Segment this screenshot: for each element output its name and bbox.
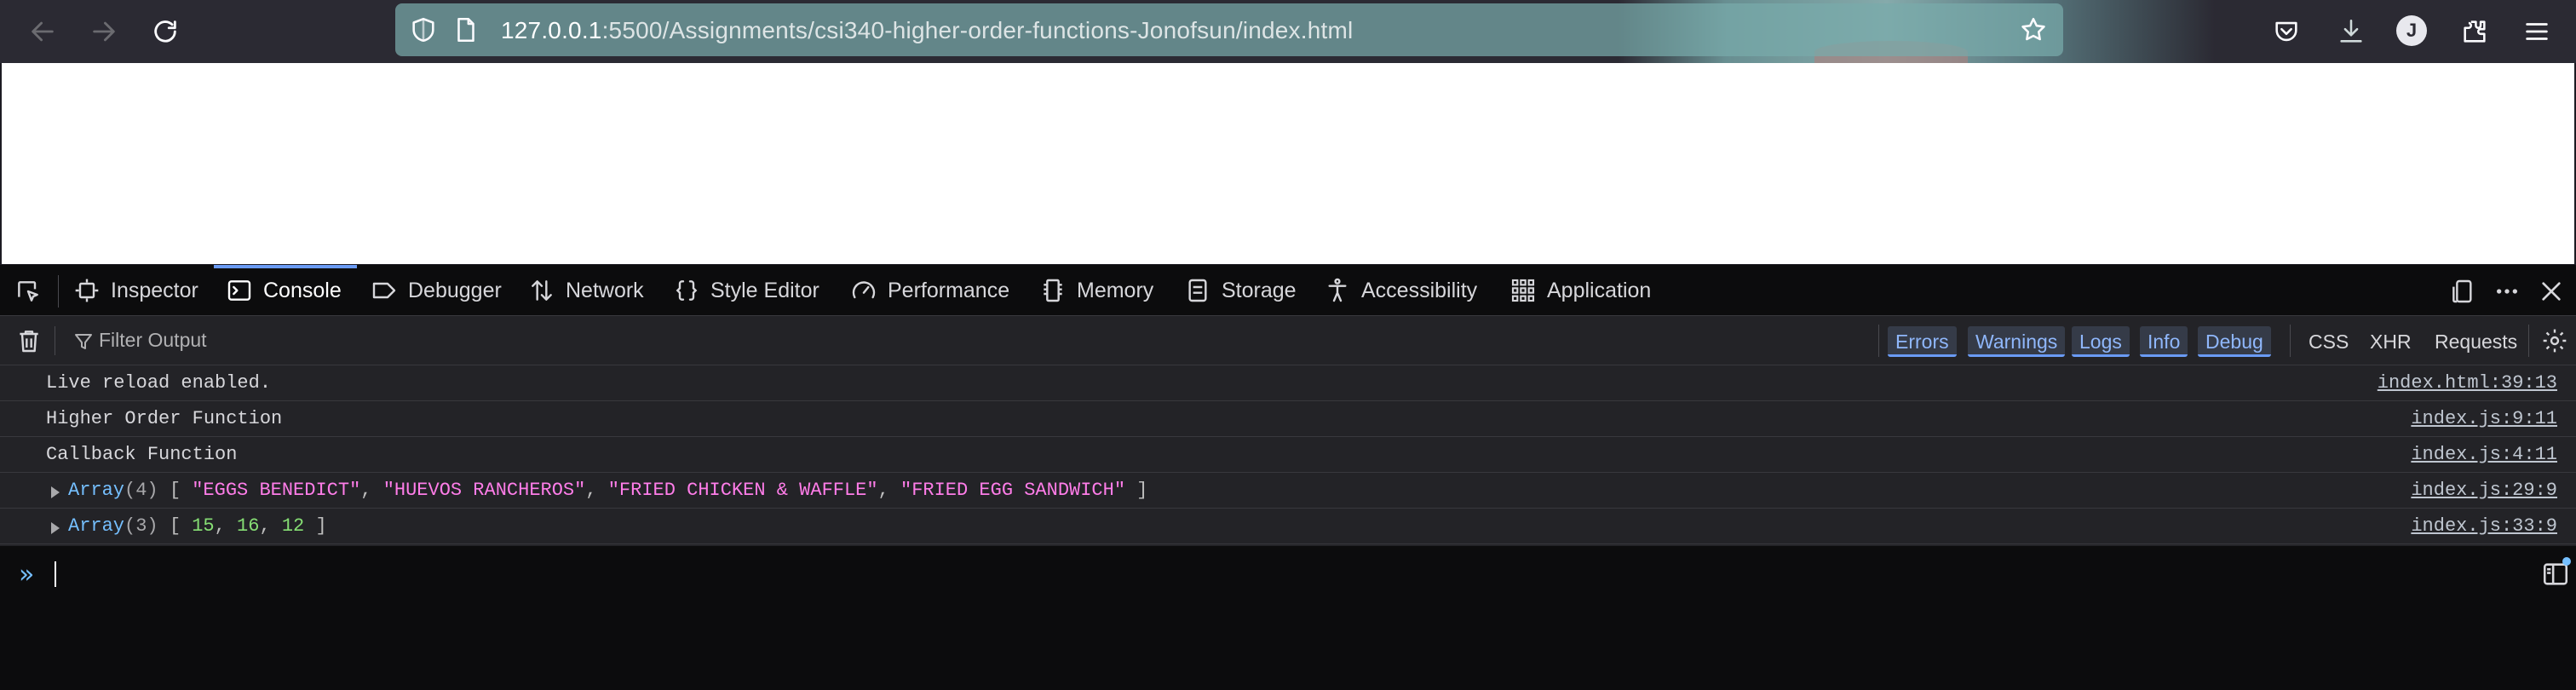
browser-toolbar: 127.0.0.1:5500/Assignments/csi340-higher… [0,0,2576,63]
console-message: Callback Function index.js:4:11 [0,437,2576,473]
filter-logs-button[interactable]: Logs [2072,326,2130,357]
tab-label: Accessibility [1361,278,1478,302]
array-item: 15 [192,515,215,537]
array-item: "EGGS BENEDICT" [192,480,361,501]
url-bar[interactable]: 127.0.0.1:5500/Assignments/csi340-higher… [395,3,2063,56]
array-preview[interactable]: Array(3) [ 15, 16, 12 ] [68,509,327,544]
back-arrow-icon[interactable] [22,11,63,52]
expand-arrow-icon[interactable] [51,486,60,498]
array-item: "FRIED CHICKEN & WAFFLE" [607,480,878,501]
console-message: Live reload enabled. index.html:39:13 [0,365,2576,401]
text-cursor [55,561,56,587]
storage-icon [1188,279,1207,302]
tab-label: Debugger [408,278,502,302]
message-text: Higher Order Function [46,408,283,429]
multiline-editor-toggle-icon[interactable] [2541,557,2571,589]
tab-label: Memory [1077,278,1154,302]
console-input[interactable]: » [0,546,2576,690]
filter-info-button[interactable]: Info [2140,326,2188,357]
account-avatar[interactable]: J [2396,15,2427,46]
tracking-protection-shield-icon[interactable] [409,15,438,44]
memory-chip-icon [1044,279,1062,302]
filter-debug-button[interactable]: Debug [2198,326,2271,357]
tab-console[interactable]: Console [226,265,342,316]
url-host: 127.0.0.1 [501,17,602,43]
separator [2528,325,2529,357]
tab-label: Storage [1222,278,1297,302]
separator [2290,325,2291,357]
array-item: 16 [237,515,260,537]
tab-performance[interactable]: Performance [850,265,1009,316]
tab-style-editor[interactable]: Style Editor [673,265,819,316]
tab-debugger[interactable]: Debugger [371,265,502,316]
gauge-icon [852,281,876,299]
filter-errors-button[interactable]: Errors [1888,326,1957,357]
array-preview[interactable]: Array(4) [ "EGGS BENEDICT", "HUEVOS RANC… [68,473,1147,509]
message-text: Live reload enabled. [46,372,272,394]
prompt-chevron-icon: » [19,560,35,589]
accessibility-person-icon [1328,278,1347,302]
tab-label: Style Editor [710,278,819,302]
page-content-viewport[interactable] [2,63,2574,264]
console-message: Array(3) [ 15, 16, 12 ] index.js:33:9 [0,509,2576,544]
debugger-icon [372,282,396,299]
console-filter-bar: Filter Output Errors Warnings Logs Info … [0,316,2576,365]
inspector-icon [75,279,99,302]
forward-arrow-icon[interactable] [83,11,124,52]
url-path: :5500/Assignments/csi340-higher-order-fu… [601,17,1354,43]
console-output: Live reload enabled. index.html:39:13 Hi… [0,365,2576,555]
devtools-tab-bar: Inspector Console Debugger Network Style… [0,265,2576,316]
filter-css-button[interactable]: CSS [2302,326,2355,357]
tab-label: Application [1547,278,1652,302]
filter-requests-button[interactable]: Requests [2428,326,2524,357]
dock-side-icon[interactable] [2448,277,2477,306]
more-options-icon[interactable] [2493,277,2521,306]
tab-label: Performance [888,278,1010,302]
filter-xhr-button[interactable]: XHR [2363,326,2418,357]
tab-accessibility[interactable]: Accessibility [1324,265,1477,316]
console-message: Higher Order Function index.js:9:11 [0,401,2576,437]
message-source-link[interactable]: index.js:29:9 [2411,473,2557,509]
expand-arrow-icon[interactable] [51,522,60,534]
message-source-link[interactable]: index.js:4:11 [2411,437,2557,473]
reload-icon[interactable] [145,11,186,52]
devtools-panel: Inspector Console Debugger Network Style… [0,265,2576,690]
message-text: Callback Function [46,444,238,465]
page-info-icon[interactable] [451,15,480,44]
element-picker-icon[interactable] [14,277,43,306]
downloads-icon[interactable] [2332,13,2370,50]
extensions-icon[interactable] [2456,13,2493,50]
bookmark-star-icon[interactable] [2019,15,2048,44]
tab-network[interactable]: Network [528,265,644,316]
tab-application[interactable]: Application [1509,265,1651,316]
array-item: "FRIED EGG SANDWICH" [900,480,1126,501]
separator [1878,325,1879,357]
message-source-link[interactable]: index.js:33:9 [2411,509,2557,544]
tab-label: Console [263,278,342,302]
console-settings-gear-icon[interactable] [2540,326,2569,355]
filter-funnel-icon [75,334,92,349]
tab-label: Inspector [111,278,198,302]
filter-warnings-button[interactable]: Warnings [1968,326,2066,357]
tab-label: Network [566,278,644,302]
braces-icon [676,280,698,301]
hamburger-menu-icon[interactable] [2518,13,2556,50]
tab-memory[interactable]: Memory [1039,265,1153,316]
array-item: 12 [281,515,305,537]
tab-inspector[interactable]: Inspector [73,265,198,316]
pocket-icon[interactable] [2268,13,2305,50]
console-message: Array(4) [ "EGGS BENEDICT", "HUEVOS RANC… [0,473,2576,509]
network-arrows-icon [532,280,552,301]
url-text[interactable]: 127.0.0.1:5500/Assignments/csi340-higher… [501,17,1353,44]
trash-clear-console-icon[interactable] [14,326,43,355]
array-item: "HUEVOS RANCHEROS" [382,480,586,501]
message-source-link[interactable]: index.html:39:13 [2378,365,2557,401]
grid-apps-icon [1511,279,1535,302]
filter-output-input[interactable]: Filter Output [99,329,207,352]
console-icon [227,280,251,301]
message-source-link[interactable]: index.js:9:11 [2411,401,2557,437]
tab-storage[interactable]: Storage [1184,265,1297,316]
close-devtools-icon[interactable] [2537,277,2566,306]
